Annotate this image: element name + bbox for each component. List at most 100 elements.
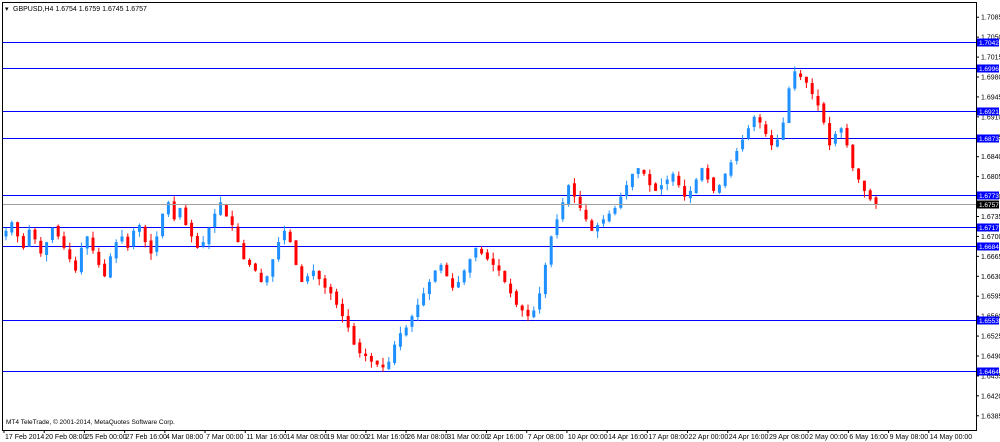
candle-body bbox=[659, 185, 663, 190]
candle-body bbox=[462, 270, 466, 283]
candle-body bbox=[607, 213, 611, 222]
candle-body bbox=[456, 281, 460, 288]
candle-body bbox=[770, 135, 774, 146]
candle-body bbox=[300, 266, 304, 282]
candle-body bbox=[642, 169, 646, 174]
candle-body bbox=[543, 264, 547, 295]
candle-body bbox=[474, 247, 478, 258]
y-tick-label: 1.6385 bbox=[981, 413, 1000, 420]
candle-body bbox=[369, 355, 373, 362]
candle-body bbox=[271, 259, 275, 277]
level-tag-label: 1.6553 bbox=[979, 318, 999, 325]
candle-body bbox=[381, 364, 385, 368]
candle-body bbox=[393, 344, 397, 364]
candle-body bbox=[532, 310, 536, 318]
candle-body bbox=[253, 263, 257, 271]
candle-body bbox=[688, 190, 692, 199]
candle-body bbox=[625, 185, 629, 197]
candle-body bbox=[184, 207, 188, 226]
candle-body bbox=[874, 197, 878, 204]
candle-body bbox=[346, 315, 350, 328]
y-tick-label: 1.6665 bbox=[981, 254, 1000, 261]
candle-body bbox=[793, 71, 797, 89]
candle-body bbox=[451, 278, 455, 288]
candle-body bbox=[596, 225, 600, 232]
candle-body bbox=[549, 236, 553, 265]
candle-body bbox=[422, 293, 426, 306]
candle-body bbox=[578, 196, 582, 208]
candle-body bbox=[45, 242, 49, 255]
chart-menu-glyph[interactable]: ▾ bbox=[5, 6, 9, 13]
current-price-label: 1.6757 bbox=[979, 202, 999, 209]
candle-body bbox=[230, 216, 234, 226]
x-tick-label: 25 Feb 00:00 bbox=[85, 434, 126, 441]
candle-body bbox=[775, 139, 779, 147]
candle-body bbox=[526, 309, 530, 317]
x-tick-label: 29 Apr 08:00 bbox=[769, 434, 809, 441]
candle-body bbox=[288, 231, 292, 243]
candle-body bbox=[677, 175, 681, 186]
candle-body bbox=[103, 263, 107, 277]
candle-body bbox=[712, 177, 716, 191]
candle-body bbox=[857, 168, 861, 180]
horizontal-levels bbox=[3, 42, 976, 372]
x-tick-label: 6 May 16:00 bbox=[849, 434, 888, 441]
candle-body bbox=[137, 225, 141, 232]
candle-body bbox=[427, 281, 431, 295]
candle-body bbox=[294, 240, 298, 265]
candle-body bbox=[387, 361, 391, 369]
x-tick-label: 14 Apr 16:00 bbox=[608, 434, 648, 441]
candle-body bbox=[201, 242, 205, 247]
candle-body bbox=[555, 219, 559, 235]
candle-body bbox=[590, 220, 594, 231]
candle-body bbox=[213, 213, 217, 227]
candle-body bbox=[799, 73, 803, 78]
candle-body bbox=[410, 316, 414, 327]
candle-body bbox=[671, 173, 675, 182]
candle-body bbox=[764, 124, 768, 134]
candle-body bbox=[108, 256, 112, 278]
x-tick-label: 19 Mar 00:00 bbox=[327, 434, 368, 441]
candle-body bbox=[665, 179, 669, 185]
price-axis: 1.70851.70501.70151.69801.69451.69101.68… bbox=[976, 15, 1000, 420]
x-tick-label: 14 Mar 08:00 bbox=[286, 434, 327, 441]
candle-body bbox=[207, 227, 211, 245]
y-tick-label: 1.7085 bbox=[981, 15, 1000, 22]
candle-body bbox=[50, 227, 54, 240]
x-tick-label: 20 Feb 08:00 bbox=[45, 434, 86, 441]
x-tick-label: 24 Apr 16:00 bbox=[729, 434, 769, 441]
candle-body bbox=[741, 139, 745, 150]
candle-body bbox=[584, 209, 588, 220]
symbol-info: GBPUSD,H4 1.6754 1.6759 1.6745 1.6757 bbox=[13, 6, 147, 13]
price-chart[interactable]: ▾ GBPUSD,H4 1.6754 1.6759 1.6745 1.6757 … bbox=[0, 0, 1000, 442]
candle-body bbox=[433, 270, 437, 282]
candle-body bbox=[248, 259, 252, 265]
candle-body bbox=[804, 76, 808, 83]
candle-body bbox=[340, 303, 344, 317]
candle-body bbox=[816, 95, 820, 106]
candle-body bbox=[630, 173, 634, 188]
candle-body bbox=[21, 236, 25, 248]
candle-body bbox=[833, 133, 837, 144]
candle-body bbox=[352, 326, 356, 345]
candle-body bbox=[74, 260, 78, 271]
candle-body bbox=[10, 222, 14, 233]
candle-body bbox=[654, 183, 658, 191]
candle-body bbox=[445, 264, 449, 277]
candle-body bbox=[224, 204, 228, 217]
candle-body bbox=[56, 225, 60, 237]
y-tick-label: 1.6735 bbox=[981, 214, 1000, 221]
chart-window[interactable]: ▾ GBPUSD,H4 1.6754 1.6759 1.6745 1.6757 … bbox=[0, 0, 1000, 442]
candle-body bbox=[828, 123, 832, 146]
candle-body bbox=[514, 291, 518, 305]
candle-body bbox=[746, 128, 750, 139]
x-tick-label: 11 Mar 16:00 bbox=[246, 434, 287, 441]
level-tag-label: 1.6996 bbox=[979, 66, 999, 73]
candles bbox=[4, 66, 878, 372]
candle-body bbox=[33, 229, 37, 240]
candle-body bbox=[723, 173, 727, 186]
candle-body bbox=[323, 278, 327, 288]
candle-body bbox=[27, 229, 31, 247]
candle-body bbox=[520, 305, 524, 311]
candle-body bbox=[845, 127, 849, 146]
